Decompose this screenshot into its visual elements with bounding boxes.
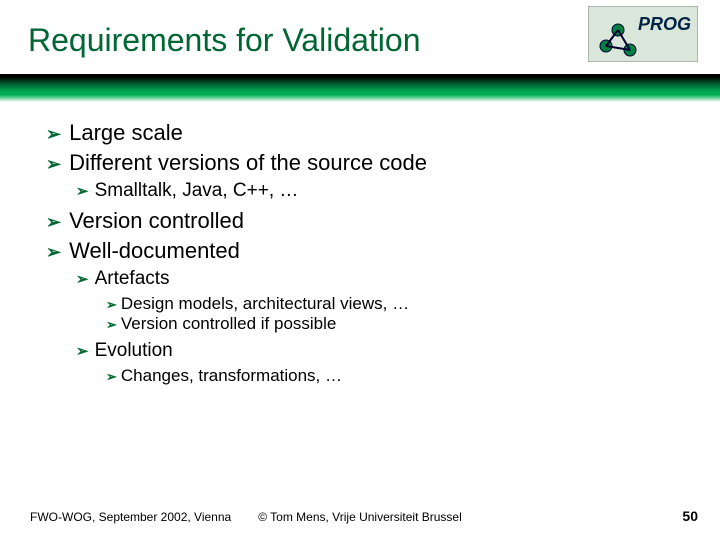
list-item: ➢ Different versions of the source code ➢… — [46, 150, 690, 202]
bullet-text: Version controlled — [69, 208, 244, 233]
arrow-icon: ➢ — [46, 124, 61, 145]
list-item: ➢Version controlled if possible — [106, 314, 690, 334]
bullet-text: Changes, transformations, … — [121, 366, 342, 385]
list-item: ➢Design models, architectural views, … — [106, 294, 690, 314]
footer: FWO-WOG, September 2002, Vienna © Tom Me… — [0, 504, 720, 524]
arrow-icon: ➢ — [46, 154, 61, 175]
divider-bar — [0, 74, 720, 102]
list-item: ➢ Smalltalk, Java, C++, … — [76, 180, 690, 202]
bullet-text: Evolution — [95, 340, 173, 361]
list-item: ➢Artefacts ➢Design models, architectural… — [76, 268, 690, 334]
arrow-icon: ➢ — [76, 182, 89, 200]
bullet-text: Different versions of the source code — [69, 150, 427, 175]
arrow-icon: ➢ — [76, 342, 89, 360]
arrow-icon: ➢ — [46, 212, 61, 233]
footer-center: © Tom Mens, Vrije Universiteit Brussel — [0, 510, 720, 524]
content-area: ➢ Large scale ➢ Different versions of the … — [46, 120, 690, 392]
list-item: ➢Changes, transformations, … — [106, 366, 690, 386]
arrow-icon: ➢ — [106, 369, 117, 385]
arrow-icon: ➢ — [46, 242, 61, 263]
bullet-text: Smalltalk, Java, C++, … — [95, 180, 299, 201]
arrow-icon: ➢ — [76, 270, 89, 288]
bullet-text: Design models, architectural views, … — [121, 294, 409, 313]
bullet-list: ➢ Large scale ➢ Different versions of the … — [46, 120, 690, 386]
prog-logo: PROG — [588, 6, 698, 62]
page-title: Requirements for Validation — [28, 22, 421, 59]
bullet-text: Artefacts — [95, 268, 170, 289]
page-number: 50 — [682, 508, 698, 524]
arrow-icon: ➢ — [106, 317, 117, 333]
list-item: ➢ Large scale — [46, 120, 690, 146]
list-item: ➢ Version controlled — [46, 208, 690, 234]
slide: Requirements for Validation PROG ➢ Large … — [0, 0, 720, 540]
logo-text: PROG — [638, 14, 691, 34]
bullet-text: Well-documented — [69, 238, 240, 263]
bullet-text: Version controlled if possible — [121, 314, 336, 333]
list-item: ➢Evolution ➢Changes, transformations, … — [76, 340, 690, 386]
arrow-icon: ➢ — [106, 297, 117, 313]
list-item: ➢Well-documented ➢Artefacts ➢Design mode… — [46, 238, 690, 386]
bullet-text: Large scale — [69, 120, 183, 145]
